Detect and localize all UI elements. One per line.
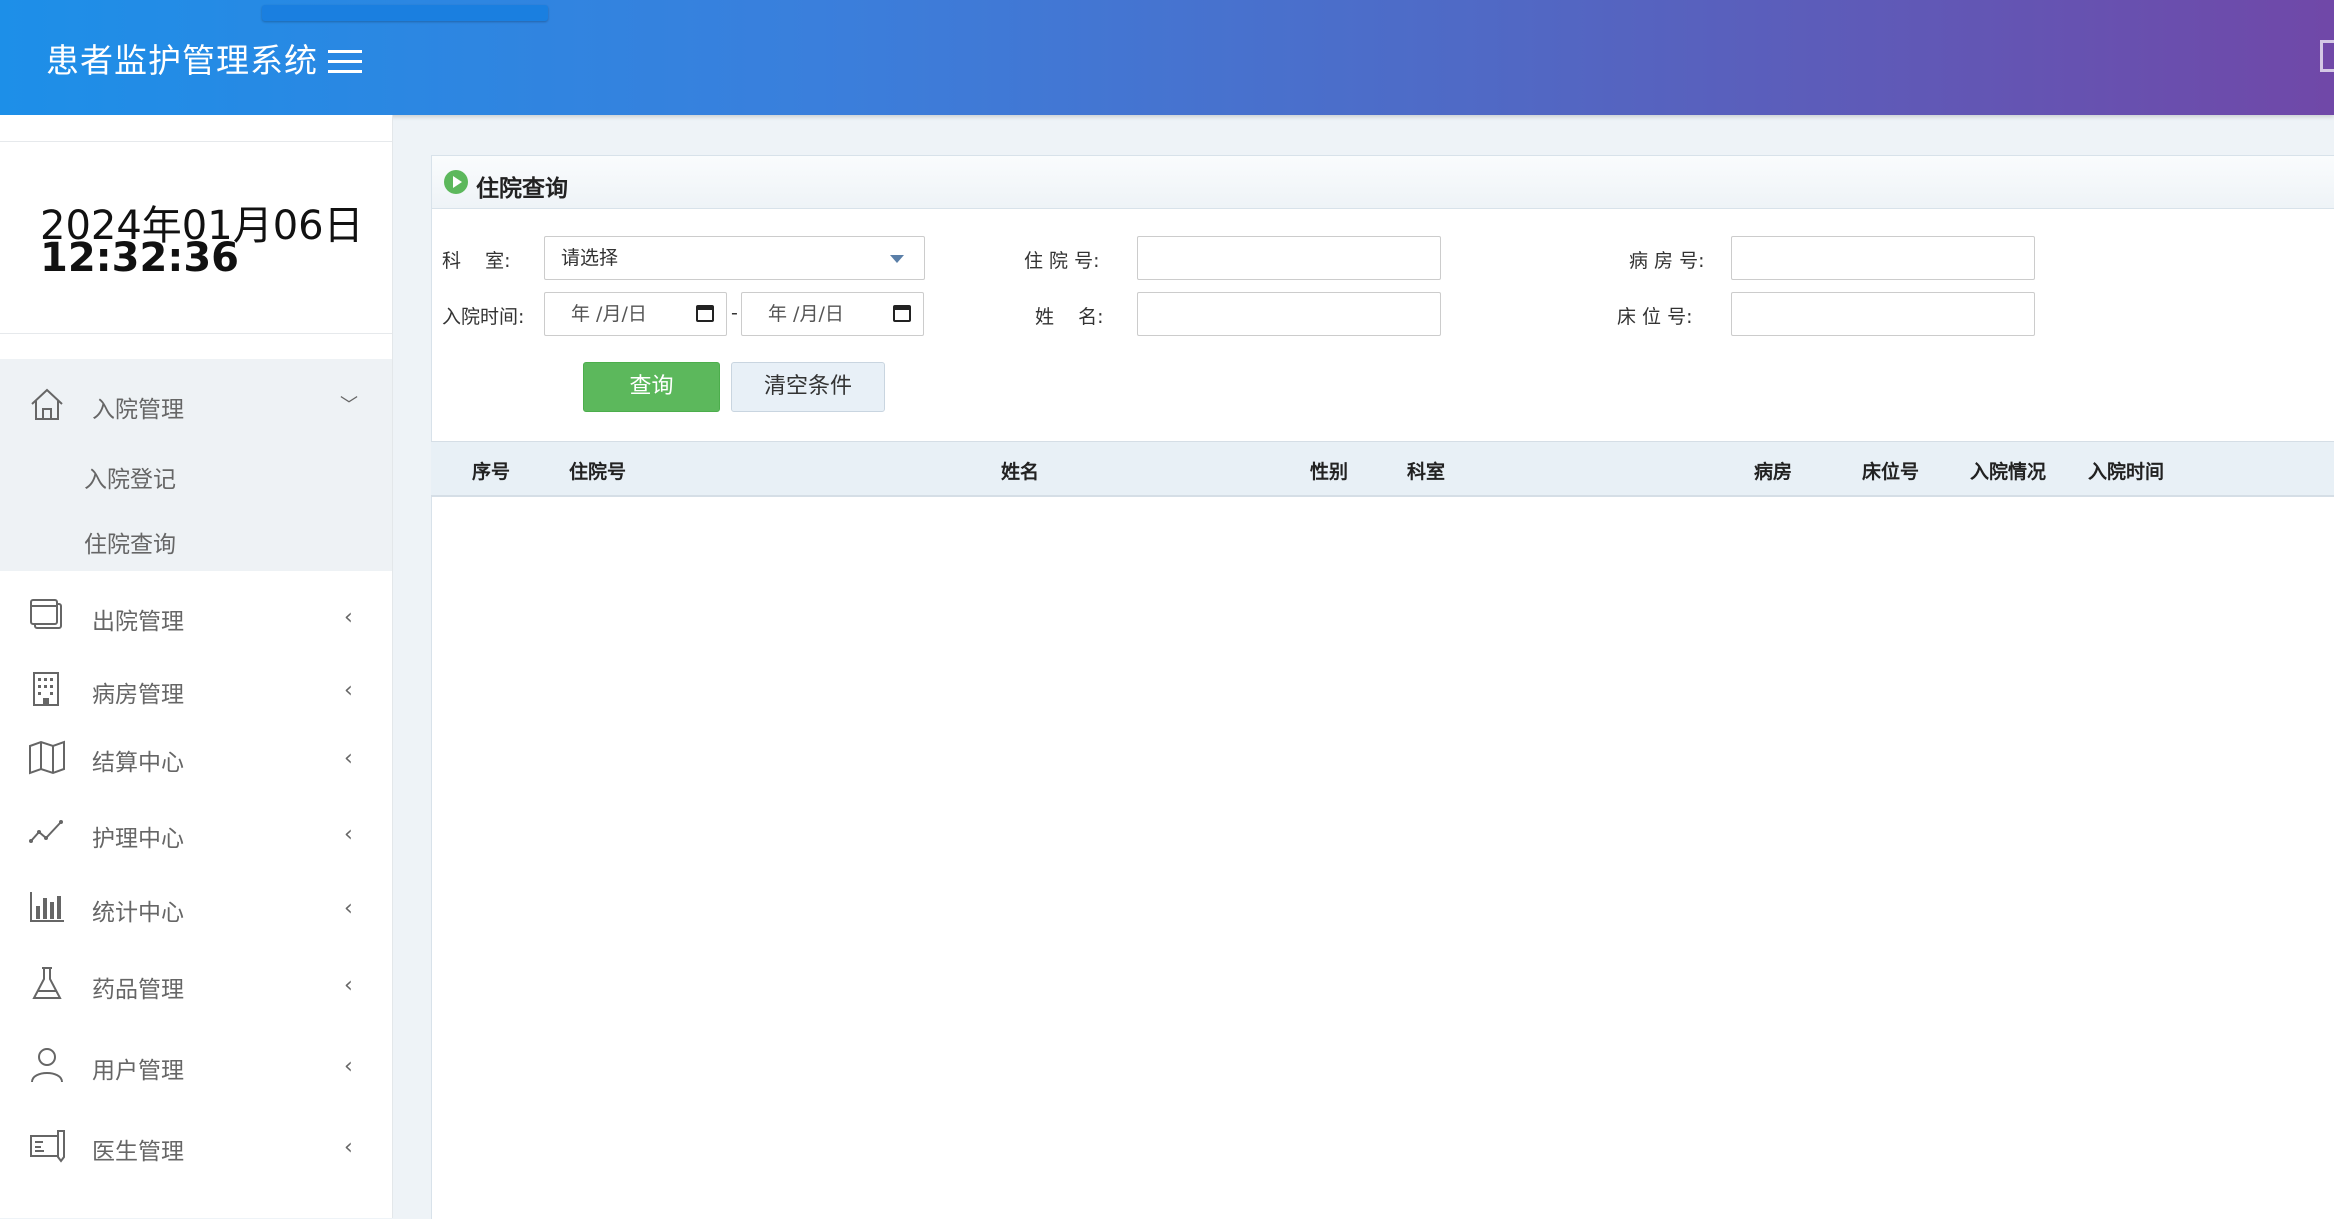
current-time: 12:32:36	[40, 235, 239, 281]
calendar-icon[interactable]	[696, 305, 714, 322]
sidebar-item-doctors[interactable]: 医生管理 ‹	[0, 1115, 392, 1175]
chevron-left-icon: ‹	[344, 678, 353, 703]
sidebar-item-label: 结算中心	[92, 750, 184, 776]
column-header[interactable]: 床位号	[1862, 457, 1919, 484]
ward-no-label: 病 房 号:	[1629, 250, 1705, 272]
home-icon	[31, 388, 63, 420]
window-icon	[30, 599, 62, 629]
sidebar-item-label: 用户管理	[92, 1058, 184, 1084]
department-select[interactable]: 请选择	[544, 236, 925, 280]
caret-down-icon	[890, 255, 904, 263]
sidebar-subitem-inpatient-query[interactable]: 住院查询	[84, 525, 176, 559]
loading-progress-bar	[262, 5, 548, 21]
bed-no-input[interactable]	[1731, 292, 2035, 336]
sidebar-item-medicine[interactable]: 药品管理 ‹	[0, 953, 392, 1013]
clear-conditions-button[interactable]: 清空条件	[731, 362, 885, 412]
chevron-left-icon: ‹	[344, 973, 353, 998]
line-chart-icon	[29, 820, 63, 843]
panel-header: 住院查询	[432, 156, 2334, 209]
sidebar-item-ward[interactable]: 病房管理 ‹	[0, 658, 392, 718]
sidebar-item-label: 病房管理	[92, 682, 184, 708]
sidebar-item-discharge[interactable]: 出院管理 ‹	[0, 585, 392, 645]
admission-no-input[interactable]	[1137, 236, 1441, 280]
admission-no-label: 住 院 号:	[1024, 250, 1100, 272]
date-placeholder: 年 /月/日	[571, 303, 647, 325]
sidebar-item-users[interactable]: 用户管理 ‹	[0, 1034, 392, 1094]
flask-icon	[32, 967, 62, 999]
building-icon	[33, 672, 59, 706]
column-header[interactable]: 入院情况	[1970, 457, 2046, 484]
column-header[interactable]: 性别	[1310, 457, 1348, 484]
user-icon	[31, 1048, 63, 1083]
sidebar-item-billing[interactable]: 结算中心 ‹	[0, 726, 392, 786]
map-icon	[29, 740, 65, 775]
fullscreen-icon[interactable]	[2320, 40, 2334, 72]
chevron-left-icon: ‹	[344, 1054, 353, 1079]
column-header[interactable]: 病房	[1754, 457, 1792, 484]
query-button[interactable]: 查询	[583, 362, 720, 412]
admit-time-label: 入院时间:	[442, 306, 525, 328]
admit-time-start-input[interactable]: 年 /月/日	[544, 292, 727, 336]
sidebar-item-nursing[interactable]: 护理中心 ‹	[0, 802, 392, 862]
sidebar-item-label: 药品管理	[92, 977, 184, 1003]
chevron-left-icon: ‹	[344, 605, 353, 630]
department-label: 科 室:	[442, 250, 511, 272]
sidebar-subitem-admission-register[interactable]: 入院登记	[84, 460, 176, 494]
divider	[0, 141, 392, 142]
sidebar-item-label: 医生管理	[92, 1139, 184, 1165]
column-header[interactable]: 姓名	[1001, 457, 1039, 484]
sidebar-item-statistics[interactable]: 统计中心 ‹	[0, 876, 392, 936]
sidebar-item-label: 统计中心	[92, 900, 184, 926]
department-select-value: 请选择	[561, 247, 619, 269]
doctor-card-icon	[30, 1130, 65, 1163]
column-header[interactable]: 科室	[1407, 457, 1445, 484]
admit-time-end-input[interactable]: 年 /月/日	[741, 292, 924, 336]
play-circle-icon	[444, 170, 468, 194]
column-header[interactable]: 住院号	[569, 457, 626, 484]
name-label: 姓 名:	[1035, 306, 1104, 328]
name-input[interactable]	[1137, 292, 1441, 336]
result-table-header: 序号 住院号 姓名 性别 科室 病房 床位号 入院情况 入院时间	[431, 441, 2334, 497]
sidebar-item-label: 入院管理	[92, 397, 184, 423]
chevron-left-icon: ‹	[344, 896, 353, 921]
calendar-icon[interactable]	[893, 305, 911, 322]
chevron-down-icon: ﹀	[340, 395, 358, 416]
bar-chart-icon	[30, 892, 64, 922]
chevron-left-icon: ‹	[344, 822, 353, 847]
app-title: 患者监护管理系统	[46, 41, 318, 80]
date-range-separator: -	[731, 302, 738, 324]
chevron-left-icon: ‹	[344, 1135, 353, 1160]
top-header: 患者监护管理系统	[0, 0, 2334, 115]
divider	[0, 333, 392, 334]
date-placeholder: 年 /月/日	[768, 303, 844, 325]
sidebar-item-admission[interactable]: 入院管理 ﹀	[0, 373, 392, 433]
column-header[interactable]: 入院时间	[2088, 457, 2164, 484]
bed-no-label: 床 位 号:	[1617, 306, 1693, 328]
sidebar-item-label: 出院管理	[92, 609, 184, 635]
sidebar-item-label: 护理中心	[92, 826, 184, 852]
ward-no-input[interactable]	[1731, 236, 2035, 280]
hamburger-menu-icon[interactable]	[328, 50, 362, 76]
sidebar: 2024年01月06日 12:32:36 入院管理 ﹀ 入院登记 住院查询 出院…	[0, 115, 393, 1218]
chevron-left-icon: ‹	[344, 746, 353, 771]
panel-title: 住院查询	[476, 176, 568, 202]
column-header[interactable]: 序号	[472, 457, 510, 484]
